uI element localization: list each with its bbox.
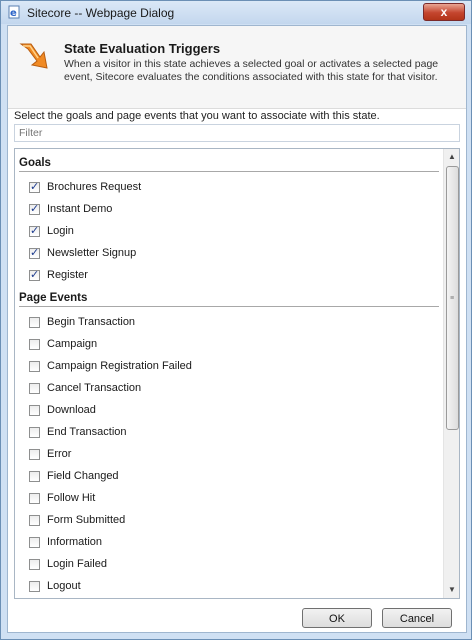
item-label: Login <box>47 225 74 237</box>
svg-text:e: e <box>10 8 17 19</box>
list-scrollbar[interactable]: ▲ ≡ ▼ <box>443 149 459 598</box>
item-label: Logout <box>47 580 81 592</box>
dialog-body: State Evaluation Triggers When a visitor… <box>7 25 467 633</box>
checkbox-checked[interactable] <box>29 180 40 193</box>
item-label: Error <box>47 448 72 460</box>
ie-page-icon: e <box>7 5 21 19</box>
instruction-text: Select the goals and page events that yo… <box>14 110 380 122</box>
scrollbar-thumb[interactable]: ≡ <box>446 166 459 430</box>
item-label: Download <box>47 404 96 416</box>
scrollbar-grip-icon: ≡ <box>450 295 455 302</box>
checkbox-unchecked[interactable] <box>29 581 40 592</box>
section-header: Page Events <box>19 292 439 307</box>
item-label: Campaign <box>47 338 98 350</box>
checkbox-unchecked[interactable] <box>29 537 40 548</box>
checkbox-checked[interactable] <box>29 202 40 215</box>
checkbox-unchecked[interactable] <box>29 493 40 504</box>
item-label: End Transaction <box>47 426 127 438</box>
header-description: When a visitor in this state achieves a … <box>64 58 439 83</box>
dialog-footer: OK Cancel <box>8 604 466 632</box>
dialog-header: State Evaluation Triggers When a visitor… <box>8 26 466 109</box>
checkbox-unchecked[interactable] <box>29 317 40 328</box>
item-label: Instant Demo <box>47 203 113 215</box>
checkbox-unchecked[interactable] <box>29 427 40 438</box>
checkbox-unchecked[interactable] <box>29 471 40 482</box>
scroll-down-arrow-icon[interactable]: ▼ <box>444 582 459 598</box>
item-label: Campaign Registration Failed <box>47 360 192 372</box>
checkbox-checked[interactable] <box>29 224 40 237</box>
item-label: Follow Hit <box>47 492 96 504</box>
checkbox-unchecked[interactable] <box>29 361 40 372</box>
item-label: Register <box>47 269 88 281</box>
checkbox-unchecked[interactable] <box>29 515 40 526</box>
item-label: Brochures Request <box>47 181 142 193</box>
item-label: Login Failed <box>47 558 107 570</box>
checkbox-unchecked[interactable] <box>29 559 40 570</box>
section-header: Goals <box>19 157 439 172</box>
window-title: Sitecore -- Webpage Dialog <box>27 6 175 20</box>
ok-button[interactable]: OK <box>302 608 372 628</box>
item-label: Form Submitted <box>47 514 126 526</box>
item-label: Cancel Transaction <box>47 382 142 394</box>
cancel-button[interactable]: Cancel <box>382 608 452 628</box>
trigger-arrow-icon <box>18 40 52 74</box>
checkbox-unchecked[interactable] <box>29 405 40 416</box>
header-title: State Evaluation Triggers <box>64 41 221 56</box>
item-label: Newsletter Signup <box>47 247 137 259</box>
checkbox-checked[interactable] <box>29 246 40 259</box>
checkbox-unchecked[interactable] <box>29 449 40 460</box>
item-label: Field Changed <box>47 470 119 482</box>
checkbox-unchecked[interactable] <box>29 383 40 394</box>
item-label: Information <box>47 536 103 548</box>
trigger-list: Goals Brochures Request Instant Demo Login N… <box>14 148 460 599</box>
filter-input[interactable] <box>14 124 460 142</box>
scroll-up-arrow-icon[interactable]: ▲ <box>444 149 459 165</box>
close-button[interactable]: x <box>423 3 465 21</box>
checkbox-unchecked[interactable] <box>29 339 40 350</box>
item-label: Begin Transaction <box>47 316 136 328</box>
checkbox-checked[interactable] <box>29 268 40 281</box>
title-bar[interactable]: e Sitecore -- Webpage Dialog x <box>1 1 471 24</box>
dialog-window: e Sitecore -- Webpage Dialog x State Eva… <box>0 0 472 640</box>
